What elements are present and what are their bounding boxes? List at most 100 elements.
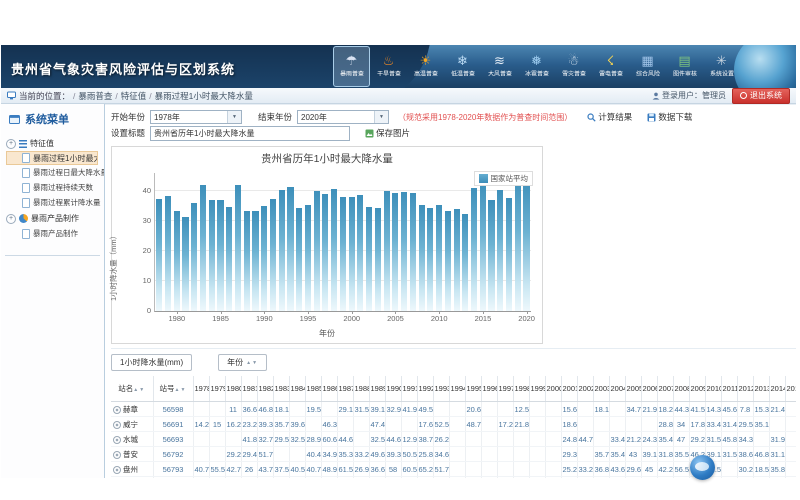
year-column-header[interactable]: 1996 bbox=[481, 376, 497, 402]
value-cell: 31.5 bbox=[721, 447, 737, 462]
year-column-header[interactable]: 1999 bbox=[529, 376, 545, 402]
sidebar-item[interactable]: 暴雨过程1小时最大降水量 bbox=[6, 151, 98, 165]
value-cell bbox=[753, 432, 769, 447]
value-cell: 37.5 bbox=[273, 462, 289, 477]
year-column-header[interactable]: 2007 bbox=[657, 376, 673, 402]
year-column-header[interactable]: 2006 bbox=[641, 376, 657, 402]
calc-result-button[interactable]: 计算结果 bbox=[587, 111, 632, 123]
chart-title-input[interactable]: 贵州省历年1小时最大降水量 bbox=[150, 126, 350, 141]
sidebar-group-feature[interactable]: 特征值 bbox=[6, 135, 104, 151]
year-column-header[interactable]: 1991 bbox=[401, 376, 417, 402]
station-name-header[interactable]: 站名 bbox=[111, 376, 153, 402]
year-column-header[interactable]: 1988 bbox=[353, 376, 369, 402]
year-column-header[interactable]: 2002 bbox=[577, 376, 593, 402]
station-id-header[interactable]: 站号 bbox=[153, 376, 193, 402]
year-column-header[interactable]: 2011 bbox=[721, 376, 737, 402]
end-year-select[interactable]: 2020年 bbox=[297, 110, 389, 124]
bar bbox=[252, 211, 258, 312]
year-column-header[interactable]: 2008 bbox=[673, 376, 689, 402]
year-column-header[interactable]: 2009 bbox=[689, 376, 705, 402]
data-download-button[interactable]: 数据下载 bbox=[647, 111, 692, 123]
year-column-header[interactable]: 2015 bbox=[785, 376, 796, 402]
radio-icon[interactable] bbox=[113, 421, 121, 429]
sort-icon[interactable] bbox=[133, 387, 145, 393]
start-year-select[interactable]: 1978年 bbox=[150, 110, 242, 124]
year-column-header[interactable]: 2004 bbox=[609, 376, 625, 402]
year-column-header[interactable]: 2001 bbox=[561, 376, 577, 402]
table-row[interactable]: 水城5669341.832.729.532.528.960.644.632.54… bbox=[111, 432, 796, 447]
year-column-header[interactable]: 1979 bbox=[209, 376, 225, 402]
logout-button[interactable]: 退出系统 bbox=[732, 88, 790, 104]
expander-icon[interactable] bbox=[6, 139, 16, 149]
year-column-header[interactable]: 1985 bbox=[305, 376, 321, 402]
station-name-cell[interactable]: 盘州 bbox=[111, 462, 153, 477]
station-name-cell[interactable]: 威宁 bbox=[111, 417, 153, 432]
year-column-header[interactable]: 1982 bbox=[257, 376, 273, 402]
radio-icon[interactable] bbox=[113, 436, 121, 444]
sidebar-item[interactable]: 暴雨过程持续天数 bbox=[6, 180, 104, 195]
year-column-header[interactable]: 2012 bbox=[737, 376, 753, 402]
year-column-header[interactable]: 2010 bbox=[705, 376, 721, 402]
value-cell bbox=[529, 432, 545, 447]
radio-icon[interactable] bbox=[113, 406, 121, 414]
sidebar-group-product[interactable]: 暴雨产品制作 bbox=[6, 210, 104, 226]
year-column-header[interactable]: 1983 bbox=[273, 376, 289, 402]
year-column-header[interactable]: 1987 bbox=[337, 376, 353, 402]
year-column-header[interactable]: 1994 bbox=[449, 376, 465, 402]
year-column-header[interactable]: 2003 bbox=[593, 376, 609, 402]
sort-icon[interactable] bbox=[175, 387, 187, 393]
year-column-header[interactable]: 2013 bbox=[753, 376, 769, 402]
year-column-header[interactable]: 1981 bbox=[241, 376, 257, 402]
value-cell bbox=[513, 432, 529, 447]
year-column-header[interactable]: 1995 bbox=[465, 376, 481, 402]
year-column-header[interactable]: 1984 bbox=[289, 376, 305, 402]
sort-icon[interactable] bbox=[246, 360, 258, 366]
sidebar-item[interactable]: 暴雨过程累计降水量 bbox=[6, 195, 104, 210]
x-tick-label: 1990 bbox=[249, 314, 279, 323]
station-name-cell[interactable]: 赫章 bbox=[111, 402, 153, 417]
measure-chip[interactable]: 1小时降水量(mm) bbox=[111, 354, 192, 371]
year-column-header[interactable]: 1997 bbox=[497, 376, 513, 402]
breadcrumb-segment[interactable]: 暴雨普查 bbox=[78, 91, 112, 101]
nav-item-lightning[interactable]: ☇雷电普查 bbox=[592, 46, 629, 87]
nav-item-high-temp[interactable]: ☀高温普查 bbox=[407, 46, 444, 87]
station-name-cell[interactable]: 桐梓 bbox=[111, 477, 153, 479]
year-column-header[interactable]: 1989 bbox=[369, 376, 385, 402]
x-tick-mark bbox=[177, 311, 178, 314]
year-column-header[interactable]: 2014 bbox=[769, 376, 785, 402]
nav-item-rainstorm[interactable]: ☂暴雨普查 bbox=[333, 46, 370, 87]
year-column-header[interactable]: 1990 bbox=[385, 376, 401, 402]
breadcrumb-segment[interactable]: 暴雨过程1小时最大降水量 bbox=[155, 91, 253, 101]
year-column-header[interactable]: 1993 bbox=[433, 376, 449, 402]
table-row[interactable]: 威宁5669114.21516.223.239.335.739.646.347.… bbox=[111, 417, 796, 432]
year-column-header[interactable]: 1978 bbox=[193, 376, 209, 402]
save-image-button[interactable]: 保存图片 bbox=[365, 127, 410, 139]
nav-item-hail[interactable]: ❅冰雹普查 bbox=[518, 46, 555, 87]
nav-item-settings[interactable]: ✳系统设置 bbox=[703, 46, 740, 87]
station-name-cell[interactable]: 普安 bbox=[111, 447, 153, 462]
breadcrumb-segment[interactable]: 特征值 bbox=[121, 91, 147, 101]
year-column-header[interactable]: 2000 bbox=[545, 376, 561, 402]
expander-icon[interactable] bbox=[6, 214, 16, 224]
sidebar-item[interactable]: 暴雨产品制作 bbox=[6, 226, 104, 241]
x-tick-label: 1985 bbox=[206, 314, 236, 323]
nav-item-snow[interactable]: ☃雪灾普查 bbox=[555, 46, 592, 87]
nav-item-low-temp[interactable]: ❄低温普查 bbox=[444, 46, 481, 87]
year-column-header[interactable]: 2005 bbox=[625, 376, 641, 402]
nav-item-drought[interactable]: ♨干旱普查 bbox=[370, 46, 407, 87]
year-field-chip[interactable]: 年份 bbox=[218, 354, 267, 371]
floating-circle-icon[interactable] bbox=[690, 455, 715, 480]
nav-item-map-review[interactable]: ▤图件审核 bbox=[666, 46, 703, 87]
sidebar-item[interactable]: 暴雨过程日最大降水量 bbox=[6, 165, 104, 180]
nav-item-composite-risk[interactable]: ▦综合风险 bbox=[629, 46, 666, 87]
x-tick-mark bbox=[483, 311, 484, 314]
station-name-cell[interactable]: 水城 bbox=[111, 432, 153, 447]
year-column-header[interactable]: 1980 bbox=[225, 376, 241, 402]
radio-icon[interactable] bbox=[113, 451, 121, 459]
year-column-header[interactable]: 1998 bbox=[513, 376, 529, 402]
nav-item-wind[interactable]: ≋大风普查 bbox=[481, 46, 518, 87]
year-column-header[interactable]: 1986 bbox=[321, 376, 337, 402]
radio-icon[interactable] bbox=[113, 466, 121, 474]
table-row[interactable]: 赫章565981136.646.818.119.529.131.539.132.… bbox=[111, 402, 796, 417]
year-column-header[interactable]: 1992 bbox=[417, 376, 433, 402]
